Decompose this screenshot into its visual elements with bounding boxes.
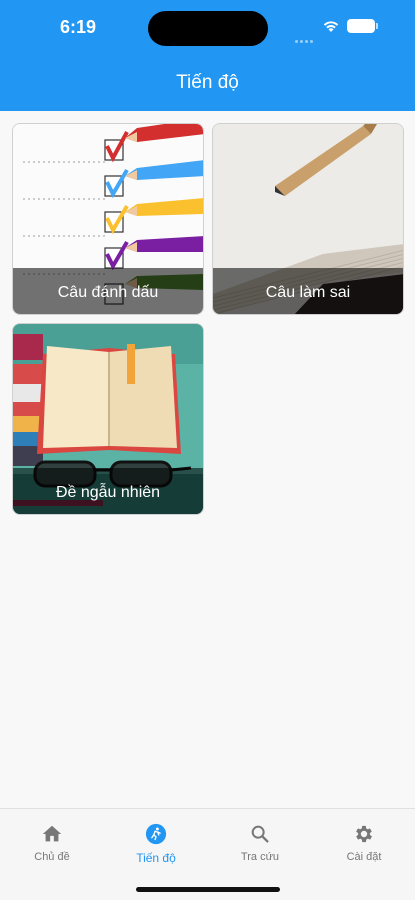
nav-label: Tra cứu <box>240 851 280 863</box>
card-bookmarked-questions[interactable]: Câu đánh dấu <box>12 123 204 315</box>
running-icon <box>145 823 167 845</box>
nav-item-topics[interactable]: Chủ đề <box>0 823 104 863</box>
app-header: 6:19 Tiến độ <box>0 0 415 111</box>
search-icon <box>251 825 269 843</box>
status-time: 6:19 <box>60 17 97 37</box>
dynamic-island <box>148 11 268 46</box>
card-label: Câu đánh dấu <box>57 284 159 301</box>
home-icon <box>42 825 62 842</box>
card-label: Câu làm sai <box>265 284 351 301</box>
battery-icon <box>347 19 378 33</box>
card-wrong-answers[interactable]: Câu làm sai <box>212 123 404 315</box>
gear-icon <box>356 825 372 843</box>
signal-dots-icon <box>295 30 317 43</box>
nav-label: Cài đặt <box>346 851 382 863</box>
nav-item-settings[interactable]: Cài đặt <box>312 823 415 863</box>
nav-label: Tiến độ <box>136 851 176 865</box>
card-random-test[interactable]: Đề ngẫu nhiên <box>12 323 204 515</box>
page-title: Tiến độ <box>176 72 239 93</box>
wifi-icon <box>323 21 339 32</box>
status-bar: 6:19 <box>0 0 415 56</box>
nav-item-lookup[interactable]: Tra cứu <box>208 823 312 863</box>
nav-label: Chủ đề <box>34 851 70 863</box>
card-label: Đề ngẫu nhiên <box>55 484 161 501</box>
nav-item-progress[interactable]: Tiến độ <box>104 823 208 865</box>
home-indicator[interactable] <box>136 887 280 892</box>
